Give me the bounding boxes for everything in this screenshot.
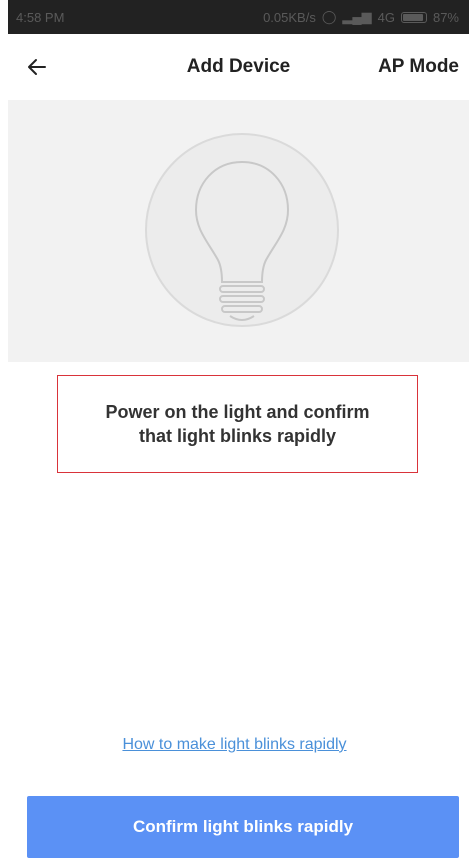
status-bar: 4:58 PM 0.05KB/s ◯ ▂▄▆ 4G 87% bbox=[8, 0, 469, 34]
network-speed: 0.05KB/s bbox=[263, 9, 316, 25]
instruction-text: Power on the light and confirm that ligh… bbox=[105, 402, 370, 446]
status-time: 4:58 PM bbox=[16, 9, 65, 25]
help-link[interactable]: How to make light blinks rapidly bbox=[0, 736, 469, 754]
battery-icon bbox=[400, 11, 427, 23]
light-bulb-icon bbox=[145, 133, 339, 327]
instruction-box: Power on the light and confirm that ligh… bbox=[57, 375, 418, 473]
back-arrow-icon bbox=[28, 59, 46, 75]
status-indicators: 0.05KB/s ◯ ▂▄▆ 4G 87% bbox=[263, 9, 459, 25]
battery-level: 87% bbox=[432, 9, 459, 25]
device-illustration bbox=[8, 100, 469, 362]
signal-icon: ▂▄▆ bbox=[342, 9, 372, 24]
confirm-button[interactable]: Confirm light blinks rapidly bbox=[27, 796, 459, 858]
alarm-icon: ◯ bbox=[321, 9, 337, 24]
back-button[interactable] bbox=[22, 52, 52, 82]
ap-mode-button[interactable]: AP Mode bbox=[378, 56, 459, 78]
app-bar: Add Device AP Mode bbox=[8, 34, 469, 100]
network-type: 4G bbox=[377, 9, 395, 25]
